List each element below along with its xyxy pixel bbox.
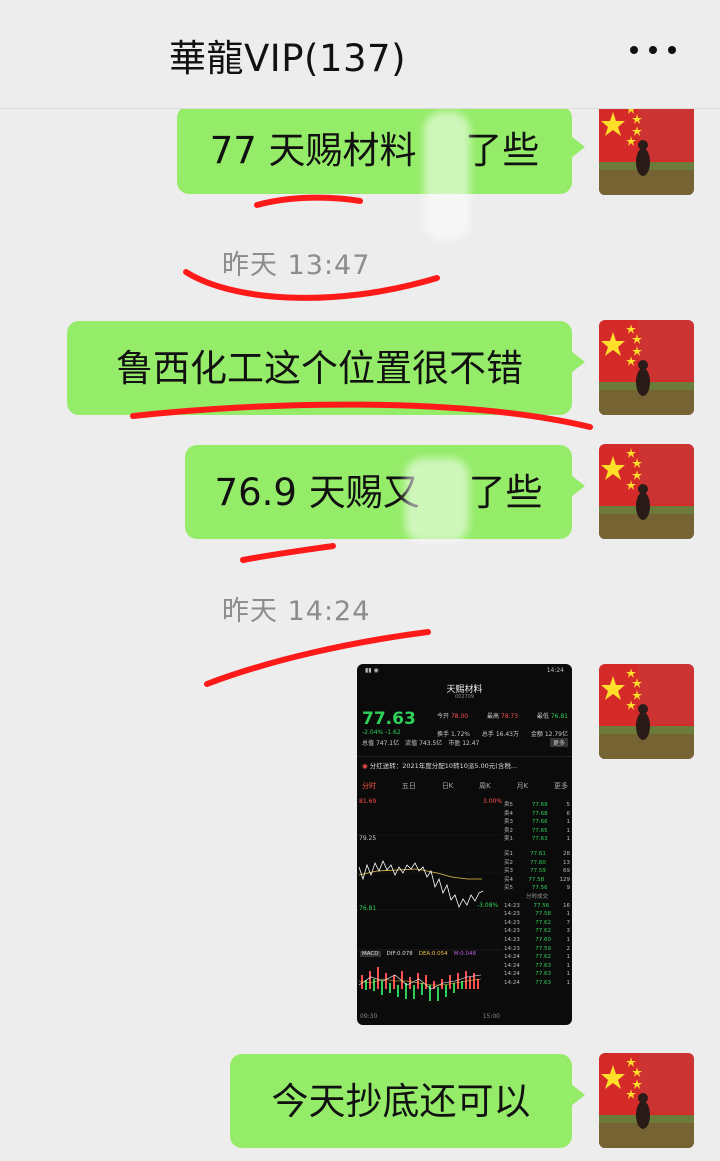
divider <box>357 756 572 757</box>
avatar[interactable] <box>599 664 694 759</box>
status-bar: ▮▮ ◉ 14:24 <box>365 667 564 674</box>
redaction-blur <box>424 112 470 240</box>
message-text: 今天抄底还可以 <box>271 1079 531 1123</box>
time-axis: 09:30 15:00 <box>360 1013 500 1020</box>
svg-text:-3.08%: -3.08% <box>477 902 499 909</box>
chat-title: 華龍VIP(137) <box>168 37 407 80</box>
stock-cap-row: 总值 747.1亿 流值 743.5亿 市盈 12.47 更多 <box>362 738 568 747</box>
macd-legend: MACD DIF:0.078 DEA:0.054 M:0.048 <box>360 951 477 957</box>
timestamp: 昨天 14:24 <box>222 596 371 627</box>
timestamp: 昨天 13:47 <box>222 250 371 281</box>
message-bubble[interactable]: 77 天赐材料 了些 <box>177 106 585 194</box>
svg-text:3.00%: 3.00% <box>483 798 502 805</box>
avatar[interactable] <box>599 444 694 539</box>
chart-tabs: 分时 五日 日K 周K 月K 更多 <box>362 782 568 790</box>
message-bubble[interactable]: 今天抄底还可以 <box>230 1054 585 1148</box>
message-text: 77 天赐材料 了些 <box>209 128 540 172</box>
avatar[interactable] <box>599 320 694 415</box>
avatar[interactable] <box>599 100 694 195</box>
stock-screenshot-image[interactable]: ▮▮ ◉ 14:24 天赐材料 002709 77.63 -2.04% -1.62… <box>357 664 572 1025</box>
stock-change: -2.04% -1.62 <box>362 729 401 736</box>
more-options-icon[interactable] <box>630 30 676 70</box>
message-text: 76.9 天赐又 了些 <box>214 470 543 514</box>
svg-text:81.69: 81.69 <box>359 798 376 805</box>
stock-code: 002709 <box>454 694 475 700</box>
stock-price: 77.63 <box>362 709 416 729</box>
svg-text:79.25: 79.25 <box>359 835 376 842</box>
redaction-blur <box>405 458 469 542</box>
message-text: 鲁西化工这个位置很不错 <box>116 346 523 390</box>
order-book: 卖5 77.69 5 卖4 77.68 6 卖3 77.66 1 卖2 77.65 1 卖1 77… <box>504 802 570 986</box>
svg-text:76.81: 76.81 <box>359 905 376 912</box>
chat-header: 華龍VIP(137) <box>0 0 720 109</box>
message-bubble[interactable]: 鲁西化工这个位置很不错 <box>67 321 585 415</box>
avatar[interactable] <box>599 1053 694 1148</box>
message-bubble[interactable]: 76.9 天赐又 了些 <box>185 445 585 539</box>
dividend-notice: ◉ 分红送转：2021年度分配10转10派5.00元(含税... <box>362 762 518 770</box>
